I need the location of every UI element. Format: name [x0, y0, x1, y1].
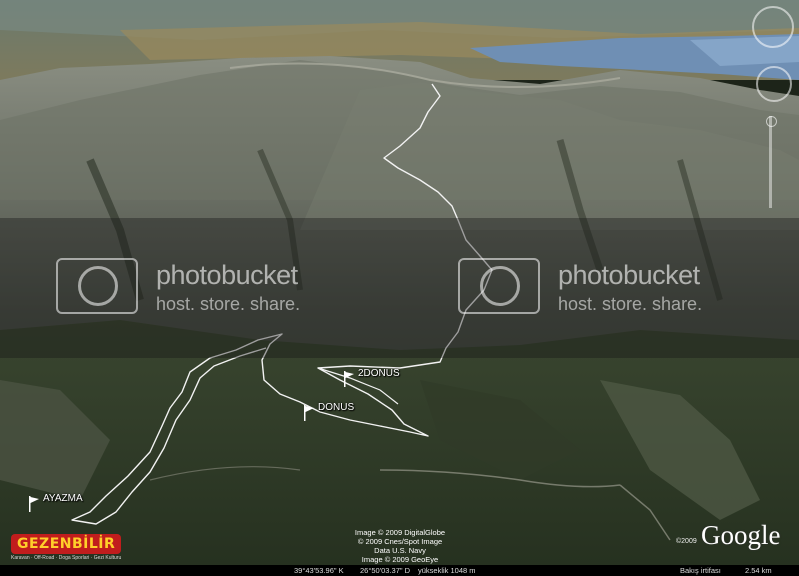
watermark-tagline: host. store. share.	[156, 294, 301, 314]
placemark-2donus[interactable]: 2DONUS	[343, 368, 400, 387]
credit-line: Image © 2009 GeoEye	[361, 555, 439, 564]
eye-altitude-label: Bakış irtifası	[680, 566, 721, 575]
latitude-readout: 39°43'53.96" K	[294, 566, 344, 575]
credit-line: Image © 2009 DigitalGlobe	[354, 528, 446, 537]
copyright-year: ©2009	[676, 538, 697, 545]
camera-icon	[458, 258, 540, 314]
gezenbilir-logo: GEZENBİLİR Karavan · Off-Road · Doga Spo…	[11, 534, 122, 561]
logo-tagline: Karavan · Off-Road · Doga Sporlari · Gez…	[11, 555, 122, 561]
camera-icon	[56, 258, 138, 314]
flag-icon	[29, 496, 39, 512]
look-ring-icon	[752, 6, 794, 48]
imagery-credits: Image © 2009 DigitalGlobe © 2009 Cnes/Sp…	[330, 528, 470, 564]
earth-view[interactable]: photobucket host. store. share. photobuc…	[0, 0, 799, 576]
credit-line: Data U.S. Navy	[374, 546, 426, 555]
placemark-label: DONUS	[318, 402, 355, 413]
logo-name: GEZENBİLİR	[11, 534, 122, 554]
move-control[interactable]	[756, 66, 792, 102]
zoom-in-icon[interactable]	[766, 116, 777, 127]
placemark-label: 2DONUS	[358, 368, 400, 379]
credit-line: © 2009 Cnes/Spot Image	[357, 537, 443, 546]
watermark-brand: photobucket	[558, 260, 700, 290]
zoom-slider[interactable]	[766, 116, 777, 208]
placemark-donus[interactable]: DONUS	[303, 402, 355, 421]
google-logo: Google	[701, 520, 781, 550]
placemark-label: AYAZMA	[43, 493, 83, 504]
zoom-track	[769, 116, 772, 208]
elevation-readout: yükseklik 1048 m	[418, 566, 476, 575]
watermark-tagline: host. store. share.	[558, 294, 703, 314]
longitude-readout: 26°50'03.37" D	[360, 566, 411, 575]
flag-icon	[344, 371, 354, 387]
eye-altitude-value: 2.54 km	[745, 566, 772, 575]
placemark-ayazma[interactable]: AYAZMA	[28, 493, 83, 512]
flag-icon	[304, 405, 314, 421]
status-bar: 39°43'53.96" K 26°50'03.37" D yükseklik …	[0, 565, 799, 576]
look-control[interactable]	[752, 6, 794, 56]
watermark-brand: photobucket	[156, 260, 298, 290]
move-ring-icon	[756, 66, 792, 102]
